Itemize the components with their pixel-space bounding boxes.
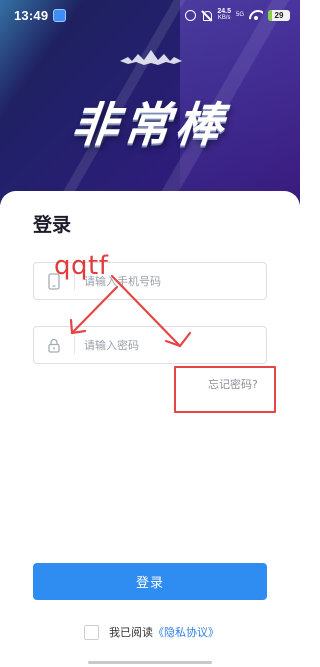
wifi-icon: [249, 10, 263, 20]
password-input[interactable]: [75, 330, 266, 360]
agree-prefix: 我已阅读: [109, 626, 153, 639]
password-field[interactable]: [33, 326, 267, 364]
brand-title: 非常棒: [68, 98, 231, 153]
crown-ornament-icon: [120, 50, 182, 65]
annotation-highlight-box: [174, 366, 276, 413]
privacy-agreement: 我已阅读《隐私协议》: [84, 624, 219, 640]
network-speed-unit: KB/s: [217, 15, 231, 21]
status-icons: 24.5 KB/s 5G 29: [185, 8, 290, 21]
agree-text: 我已阅读《隐私协议》: [109, 624, 219, 640]
home-indicator[interactable]: [88, 661, 212, 664]
network-speed: 24.5 KB/s: [217, 8, 231, 21]
network-type: 5G: [235, 12, 244, 18]
alarm-icon: [185, 9, 197, 21]
login-button[interactable]: 登录: [33, 563, 267, 600]
battery-icon: 29: [268, 9, 290, 21]
app-notification-icon: [53, 8, 67, 22]
battery-level: 29: [274, 10, 284, 20]
login-heading: 登录: [33, 214, 72, 236]
mute-icon: [201, 10, 213, 21]
agree-checkbox[interactable]: [84, 624, 99, 640]
status-bar: 13:49 24.5 KB/s 5G 29: [0, 0, 300, 30]
annotation-label: qqtf: [54, 251, 109, 281]
status-time: 13:49: [14, 7, 49, 23]
privacy-policy-link[interactable]: 《隐私协议》: [153, 626, 219, 639]
lock-icon: [34, 327, 74, 363]
